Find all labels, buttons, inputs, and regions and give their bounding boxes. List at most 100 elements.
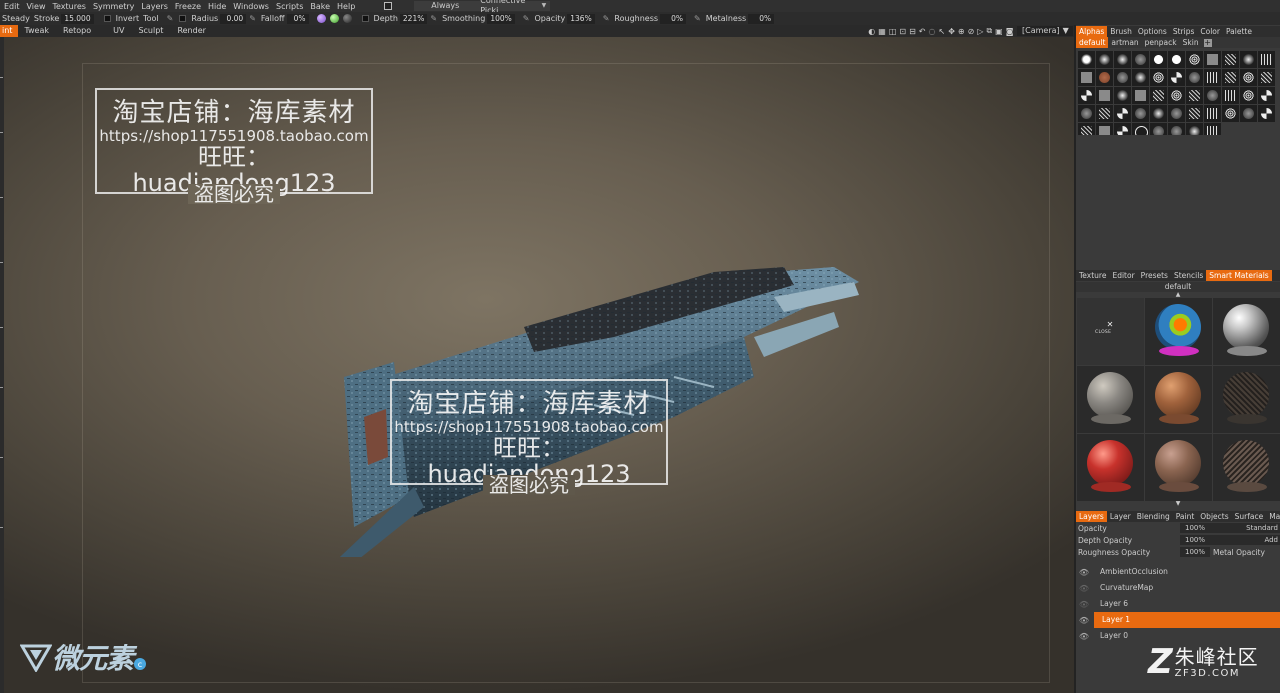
lock-icon[interactable]: ⊟: [909, 27, 916, 36]
tab-skin[interactable]: Skin: [1180, 37, 1202, 48]
layer-opacity-field[interactable]: 100%: [1180, 523, 1210, 533]
alpha-thumb[interactable]: [1078, 51, 1095, 68]
tab-tweak[interactable]: Tweak: [18, 25, 57, 37]
material-thumb[interactable]: [1145, 434, 1212, 501]
alpha-thumb[interactable]: [1204, 87, 1221, 104]
alpha-thumb[interactable]: [1222, 69, 1239, 86]
alpha-thumb[interactable]: [1258, 87, 1275, 104]
tab-presets[interactable]: Presets: [1138, 270, 1171, 281]
tab-editor[interactable]: Editor: [1109, 270, 1137, 281]
metalness-field[interactable]: 0%: [748, 13, 775, 24]
alpha-thumb[interactable]: [1240, 87, 1257, 104]
cursor-icon[interactable]: ↖: [938, 27, 945, 36]
menu-scripts[interactable]: Scripts: [272, 2, 306, 11]
scroll-down-icon[interactable]: ▼: [1076, 501, 1280, 507]
lasso-icon[interactable]: ⊘: [968, 27, 975, 36]
alpha-thumb[interactable]: [1132, 69, 1149, 86]
tab-retopo[interactable]: Retopo: [57, 25, 99, 37]
tab-paint[interactable]: int: [0, 25, 19, 37]
pen-pressure-icon[interactable]: ✎: [167, 14, 174, 23]
alpha-thumb[interactable]: [1150, 105, 1167, 122]
radius-field[interactable]: 0.00: [220, 13, 247, 24]
eye-icon[interactable]: 👁: [1076, 568, 1092, 577]
material-thumb[interactable]: [1145, 298, 1212, 365]
undo-icon[interactable]: ↶: [919, 27, 926, 36]
tab-palette[interactable]: Palette: [1223, 26, 1255, 37]
tab-smart-materials[interactable]: Smart Materials: [1206, 270, 1272, 281]
menu-view[interactable]: View: [23, 2, 49, 11]
menu-windows[interactable]: Windows: [229, 2, 272, 11]
camera-select[interactable]: [Camera] ▼: [1016, 26, 1073, 36]
tab-artman[interactable]: artman: [1108, 37, 1141, 48]
tab-penpack[interactable]: penpack: [1142, 37, 1180, 48]
alpha-thumb[interactable]: [1096, 51, 1113, 68]
alpha-thumb[interactable]: [1078, 69, 1095, 86]
menu-textures[interactable]: Textures: [48, 2, 88, 11]
pan-icon[interactable]: ▷: [977, 27, 983, 36]
eye-icon[interactable]: 👁: [1076, 632, 1092, 641]
tab-color[interactable]: Color: [1197, 26, 1223, 37]
opacity-field[interactable]: 136%: [567, 13, 595, 24]
eye-icon[interactable]: 👁: [1076, 600, 1092, 609]
alpha-thumb[interactable]: [1114, 105, 1131, 122]
depth-checkbox[interactable]: [361, 15, 369, 22]
gloss-sphere-icon[interactable]: [342, 14, 352, 23]
layer-item-selected[interactable]: 👁 Layer 1: [1076, 612, 1280, 628]
depth-opacity-field[interactable]: 100%: [1180, 535, 1210, 545]
tab-default[interactable]: default: [1076, 37, 1109, 48]
layer-item[interactable]: 👁 Layer 0: [1076, 628, 1280, 644]
frame-icon[interactable]: ⊡: [899, 27, 906, 36]
tab-materials[interactable]: Materials: [1266, 511, 1280, 522]
camera-icon[interactable]: ◙: [1006, 27, 1014, 36]
material-thumb[interactable]: [1145, 366, 1212, 433]
tab-brush[interactable]: Brush: [1107, 26, 1135, 37]
alpha-thumb[interactable]: [1096, 105, 1113, 122]
menu-edit[interactable]: Edit: [0, 2, 23, 11]
steady-label[interactable]: Steady: [0, 14, 32, 23]
depth-field[interactable]: 221%: [399, 13, 428, 24]
alpha-thumb[interactable]: [1186, 51, 1203, 68]
falloff-field[interactable]: 0%: [286, 13, 309, 24]
alpha-thumb[interactable]: [1150, 87, 1167, 104]
tab-uv[interactable]: UV: [99, 25, 132, 37]
alpha-thumb[interactable]: [1168, 105, 1185, 122]
menu-help[interactable]: Help: [333, 2, 358, 11]
tab-sculpt[interactable]: Sculpt: [132, 25, 171, 37]
menu-layers[interactable]: Layers: [137, 2, 170, 11]
mode-checkbox[interactable]: [384, 2, 393, 10]
material-thumb[interactable]: [1213, 298, 1280, 365]
tab-layer-blending[interactable]: Layer: [1107, 511, 1134, 522]
alpha-thumb[interactable]: [1132, 51, 1149, 68]
drop-icon[interactable]: ◌: [929, 27, 936, 36]
material-thumb[interactable]: [1213, 434, 1280, 501]
alpha-thumb[interactable]: [1132, 87, 1149, 104]
layer-item[interactable]: 👁 CurvatureMap: [1076, 580, 1280, 596]
tab-options[interactable]: Options: [1135, 26, 1170, 37]
close-materials-button[interactable]: ✕ CLOSE: [1077, 298, 1144, 365]
layer-item[interactable]: 👁 Layer 6: [1076, 596, 1280, 612]
alpha-thumb[interactable]: [1258, 69, 1275, 86]
add-alpha-set-button[interactable]: +: [1203, 38, 1212, 47]
color-sphere-icon[interactable]: [329, 14, 339, 23]
menu-hide[interactable]: Hide: [204, 2, 229, 11]
smoothing-field[interactable]: 100%: [487, 13, 515, 24]
alpha-thumb[interactable]: [1186, 69, 1203, 86]
tab-texture-editor[interactable]: Texture: [1076, 270, 1109, 281]
opacity-pen-icon[interactable]: ✎: [523, 14, 530, 23]
tab-stencils[interactable]: Stencils: [1171, 270, 1206, 281]
eye-icon[interactable]: 👁: [1076, 584, 1092, 593]
eye-icon[interactable]: 👁: [1076, 616, 1092, 625]
roughness-pen-icon[interactable]: ✎: [603, 14, 610, 23]
alpha-thumb[interactable]: [1114, 87, 1131, 104]
alpha-thumb[interactable]: [1222, 51, 1239, 68]
depth-sphere-icon[interactable]: [316, 14, 326, 23]
tab-render[interactable]: Render: [171, 25, 213, 37]
tab-layers[interactable]: Layers: [1076, 511, 1107, 522]
alpha-thumb[interactable]: [1240, 69, 1257, 86]
mode-select[interactable]: Always: [414, 1, 477, 11]
smoothing-pen-icon[interactable]: ✎: [430, 14, 437, 23]
grid-icon[interactable]: ▦: [878, 27, 886, 36]
alpha-thumb[interactable]: [1096, 87, 1113, 104]
tab-blending[interactable]: Blending: [1134, 511, 1173, 522]
alpha-thumb[interactable]: [1204, 105, 1221, 122]
